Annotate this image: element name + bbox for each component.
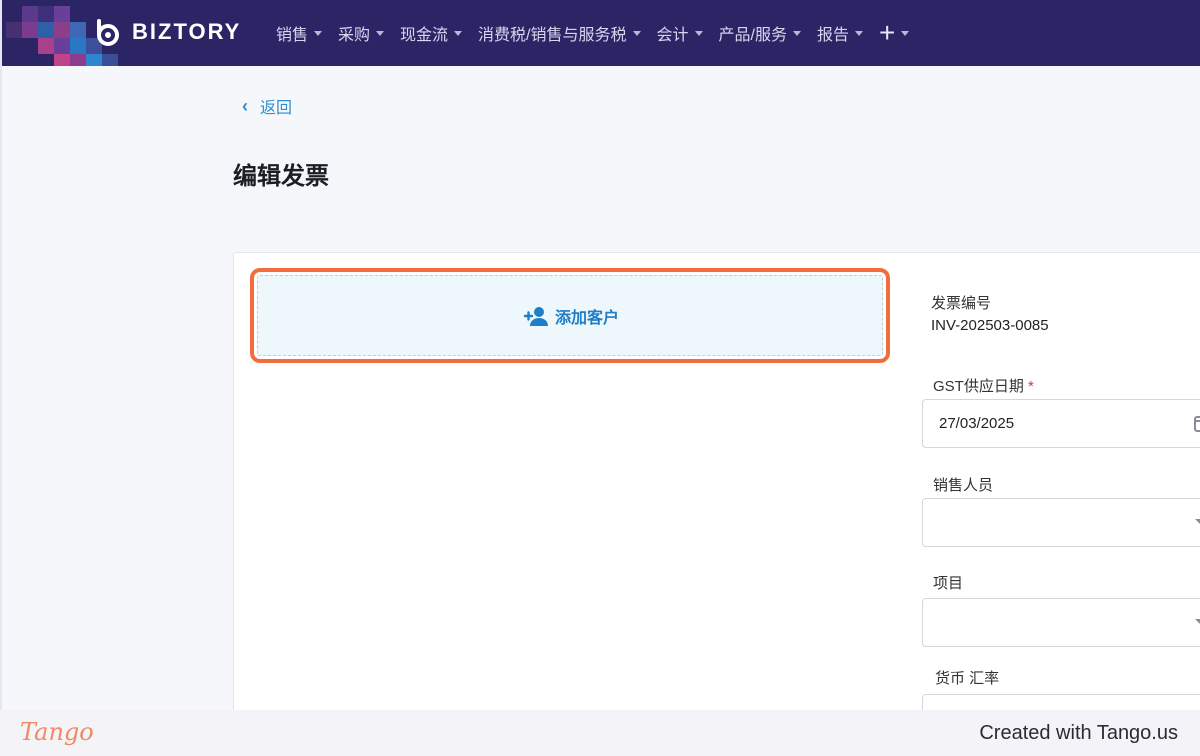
required-marker: *	[1028, 378, 1034, 395]
menu-item-sst[interactable]: 消费税/销售与服务税	[478, 21, 641, 45]
caret-down-icon	[792, 30, 801, 36]
menu-item-label: 产品/服务	[718, 27, 787, 44]
caret-down-icon	[854, 30, 863, 36]
caret-down-icon	[694, 30, 703, 36]
plus-icon: +	[878, 17, 896, 48]
project-label: 项目	[933, 575, 964, 592]
back-link[interactable]: ‹ 返回	[242, 94, 292, 118]
menu-item-purchases[interactable]: 采购	[338, 21, 385, 45]
add-person-icon	[523, 306, 548, 326]
menu-item-label: 销售	[276, 27, 309, 44]
chevron-down-icon	[1195, 619, 1200, 627]
add-customer-button[interactable]: 添加客户	[257, 275, 883, 356]
calendar-icon[interactable]	[1193, 413, 1200, 433]
currency-select[interactable]	[922, 694, 1200, 710]
currency-label: 货币 汇率	[935, 670, 1000, 687]
menu-item-cashflow[interactable]: 现金流	[400, 21, 463, 45]
biztory-logo-icon	[97, 19, 119, 46]
salesperson-label: 销售人员	[933, 477, 994, 494]
add-customer-highlight: 添加客户	[250, 268, 890, 363]
salesperson-select[interactable]	[922, 498, 1200, 547]
top-navigation-bar: BIZTORY 销售 采购 现金流 消费税/销售与服务税 会计 产品/服务 报告…	[2, 0, 1200, 66]
main-menu: 销售 采购 现金流 消费税/销售与服务税 会计 产品/服务 报告 +	[276, 0, 925, 66]
caret-down-icon	[632, 30, 641, 36]
add-customer-label: 添加客户	[554, 309, 619, 327]
caret-down-icon	[454, 30, 463, 36]
invoice-number-value: INV-202503-0085	[931, 317, 1049, 334]
menu-item-reports[interactable]: 报告	[817, 21, 863, 45]
brand-name: BIZTORY	[132, 19, 242, 44]
caret-down-icon	[314, 30, 323, 36]
back-link-label: 返回	[260, 100, 293, 117]
menu-item-label: 会计	[656, 27, 689, 44]
quick-add-menu[interactable]: +	[878, 17, 910, 48]
supply-date-input[interactable]: 27/03/2025	[922, 399, 1200, 448]
menu-item-label: 采购	[338, 27, 371, 44]
supply-date-label-text: GST供应日期	[933, 378, 1024, 395]
chevron-left-icon: ‹	[242, 95, 248, 116]
brand-logo[interactable]: BIZTORY	[94, 17, 241, 47]
tango-logo: Tango	[20, 718, 94, 746]
menu-item-label: 报告	[816, 27, 849, 44]
caret-down-icon	[901, 30, 910, 36]
tango-credit-text: Created with Tango.us	[979, 722, 1178, 744]
invoice-number-label: 发票编号	[931, 295, 992, 312]
project-select[interactable]	[922, 598, 1200, 647]
page-title: 编辑发票	[233, 163, 329, 190]
supply-date-label: GST供应日期 *	[933, 375, 1034, 396]
menu-item-label: 消费税/销售与服务税	[478, 27, 627, 44]
menu-item-accounting[interactable]: 会计	[657, 21, 703, 45]
menu-item-label: 现金流	[400, 27, 449, 44]
supply-date-value: 27/03/2025	[939, 415, 1015, 432]
chevron-down-icon	[1195, 519, 1200, 527]
menu-item-sales[interactable]: 销售	[276, 21, 323, 45]
app-window: BIZTORY 销售 采购 现金流 消费税/销售与服务税 会计 产品/服务 报告…	[0, 0, 1200, 710]
tango-footer: Tango Created with Tango.us	[0, 710, 1200, 756]
menu-item-products-services[interactable]: 产品/服务	[719, 21, 801, 45]
caret-down-icon	[376, 30, 385, 36]
